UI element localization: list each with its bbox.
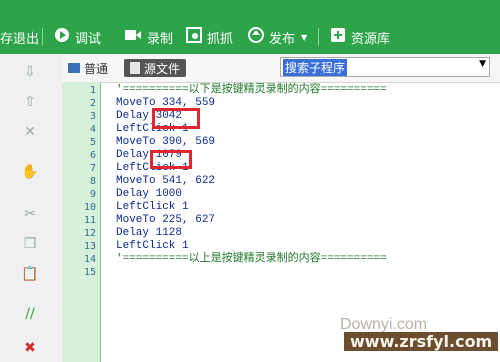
highlight-box (150, 150, 192, 169)
record-button[interactable]: 录制 (124, 26, 173, 48)
line-number: 12 (83, 228, 96, 239)
tab-normal[interactable]: 普通 (68, 59, 108, 77)
subroutine-search-combo[interactable]: 搜索子程序 ▼ (280, 57, 490, 77)
record-label: 录制 (147, 31, 174, 47)
resource-library-button[interactable]: 资源库 (330, 26, 390, 48)
line-number: 7 (89, 163, 96, 174)
line-number: 2 (89, 98, 96, 109)
code-line: Delay 1000 (116, 188, 183, 200)
code-line: MoveTo 225, 627 (116, 214, 216, 226)
save-exit-label: 存退出 (0, 31, 40, 47)
line-number: 15 (83, 267, 96, 278)
line-number: 6 (89, 150, 96, 161)
arrow-up-icon[interactable]: ⇧ (20, 92, 40, 112)
line-number: 8 (89, 176, 96, 187)
line-number: 11 (83, 215, 96, 226)
line-number: 3 (89, 111, 96, 122)
normal-view-icon (68, 63, 80, 73)
plus-box-icon (330, 27, 346, 47)
tab-source-label: 源文件 (144, 61, 181, 76)
toolbar-divider (318, 28, 319, 46)
publish-icon (248, 27, 264, 47)
tab-source[interactable]: 源文件 (124, 59, 187, 77)
line-number: 10 (83, 202, 96, 213)
line-number: 5 (89, 137, 96, 148)
chevron-down-icon[interactable]: ▼ (479, 59, 486, 69)
capture-button[interactable]: 抓抓 (186, 26, 233, 48)
publish-label: 发布 (269, 31, 296, 47)
uncomment-icon[interactable]: ✖ (20, 338, 40, 358)
play-icon (54, 27, 70, 47)
left-sidebar: ⇩ ⇧ ✕ ✋ ✂ ❐ 📋 // ✖ (0, 54, 63, 362)
code-line: LeftClick 1 (116, 201, 189, 213)
code-line: MoveTo 541, 622 (116, 175, 216, 187)
source-file-icon (130, 62, 140, 74)
watermark: Downyi.com www.zrsfyl.com (340, 316, 499, 356)
line-number: 4 (89, 124, 96, 135)
line-number: 9 (89, 189, 96, 200)
code-line: MoveTo 390, 569 (116, 136, 216, 148)
highlight-box (152, 108, 200, 129)
debug-button[interactable]: 调试 (54, 26, 101, 48)
main-toolbar: 存退出 调试 录制 抓抓 发布 ▼ 资源库 (0, 0, 500, 54)
scissors-icon[interactable]: ✂ (20, 204, 40, 224)
editor-tabs: 普通 源文件 搜索子程序 ▼ (62, 54, 500, 83)
line-number: 13 (83, 241, 96, 252)
toolbar-divider (42, 28, 43, 46)
arrow-down-icon[interactable]: ⇩ (20, 62, 40, 82)
delete-icon[interactable]: ✕ (20, 122, 40, 142)
capture-label: 抓抓 (207, 31, 234, 47)
code-line: LeftClick 1 (116, 240, 189, 252)
subroutine-search-value: 搜索子程序 (283, 59, 348, 76)
paste-icon[interactable]: 📋 (20, 264, 40, 284)
publish-button[interactable]: 发布 ▼ (248, 26, 307, 48)
capture-icon (186, 27, 202, 47)
resource-library-label: 资源库 (351, 31, 391, 47)
code-line: Delay 1128 (116, 227, 183, 239)
hand-icon[interactable]: ✋ (20, 162, 40, 182)
copy-icon[interactable]: ❐ (20, 234, 40, 254)
comment-icon[interactable]: // (20, 304, 40, 324)
video-camera-icon (124, 28, 142, 46)
save-exit-button[interactable]: 存退出 (0, 26, 39, 48)
debug-label: 调试 (75, 31, 102, 47)
chevron-down-icon: ▼ (301, 32, 308, 42)
line-number: 1 (89, 85, 96, 96)
tab-normal-label: 普通 (84, 61, 109, 76)
watermark-bottom: www.zrsfyl.com (344, 332, 499, 351)
code-line-comment: '==========以下是按键精灵录制的内容========== (116, 84, 387, 96)
line-number: 14 (83, 254, 96, 265)
code-line-comment: '==========以上是按键精灵录制的内容========== (116, 253, 387, 265)
